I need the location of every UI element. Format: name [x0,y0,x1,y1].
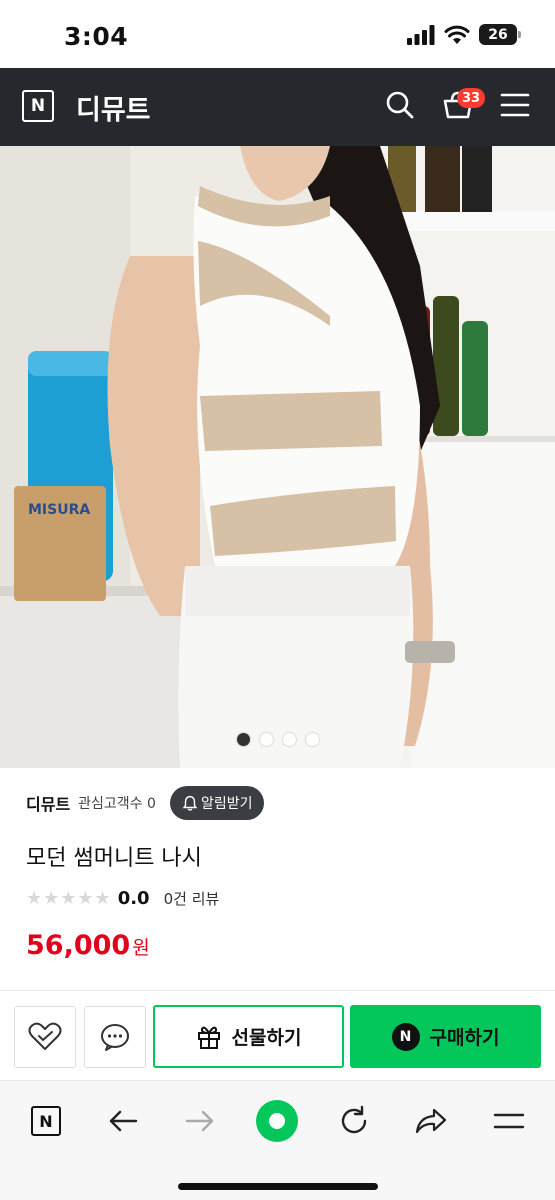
rating-score: 0.0 [117,888,150,909]
gift-button[interactable]: 선물하기 [153,1005,344,1068]
status-bar: 3:04 26 [0,0,555,68]
home-indicator [178,1183,378,1190]
arrow-left-icon [109,1110,138,1132]
browser-menu-button[interactable] [487,1099,531,1143]
arrow-right-icon [185,1110,214,1132]
carousel-dots [0,733,555,746]
rating-stars: ★★★★★ [26,888,112,909]
product-photo: MISURA [0,146,555,768]
talk-button[interactable] [84,1006,146,1068]
menu-icon [493,1113,525,1129]
heart-check-icon [28,1022,62,1050]
notification-button[interactable]: 알림받기 [169,786,265,820]
carousel-dot[interactable] [259,733,273,746]
packet-brand: MISURA [28,502,90,518]
product-image[interactable]: MISURA [0,146,555,768]
naver-app-icon: N [31,1106,61,1136]
price-value: 56,000 [26,930,131,961]
signal-icon [407,24,435,45]
follower-count: 관심고객수 0 [78,796,156,812]
product-title: 모던 썸머니트 나시 [26,846,202,871]
refresh-button[interactable] [332,1099,376,1143]
store-name[interactable]: 디뮤트 [76,88,151,127]
naver-pay-icon: N [391,1022,420,1051]
carousel-dot[interactable] [282,733,296,746]
bell-plus-icon [182,795,198,811]
search-icon[interactable] [385,90,415,120]
gift-label: 선물하기 [231,1027,302,1049]
share-arrow-icon [415,1108,447,1134]
store-link[interactable]: 디뮤트 [26,791,70,815]
share-button[interactable] [409,1099,453,1143]
rating-row[interactable]: ★★★★★ 0.0 0건 리뷰 [26,888,219,909]
gift-icon [197,1026,220,1049]
chat-bubble-icon [101,1024,129,1051]
forward-button[interactable] [178,1099,222,1143]
carousel-dot[interactable] [305,733,319,746]
green-dot-button[interactable] [255,1099,299,1143]
green-dot-icon [256,1100,298,1142]
status-time: 3:04 [64,22,129,51]
wifi-icon [444,25,470,44]
notification-label: 알림받기 [200,796,253,812]
price-row: 56,000 원 [26,930,150,961]
battery-indicator: 26 [479,24,521,45]
wishlist-button[interactable] [14,1006,76,1068]
store-row: 디뮤트 관심고객수 0 알림받기 [26,786,265,820]
browser-home-button[interactable]: N [24,1099,68,1143]
buy-button[interactable]: N 구매하기 [350,1005,541,1068]
menu-icon[interactable] [500,92,530,118]
review-count[interactable]: 0건 리뷰 [164,888,220,909]
app-header: N 디뮤트 33 [0,68,555,146]
status-icons: 26 [407,24,521,45]
browser-toolbar: N [0,1080,555,1200]
refresh-icon [341,1105,367,1134]
naver-logo-button[interactable]: N [22,90,54,122]
purchase-bar: 선물하기 N 구매하기 [0,990,555,1080]
carousel-dot[interactable] [236,733,250,746]
cart-count-badge: 33 [457,88,485,108]
buy-label: 구매하기 [429,1027,500,1049]
back-button[interactable] [101,1099,145,1143]
price-currency: 원 [132,937,150,959]
